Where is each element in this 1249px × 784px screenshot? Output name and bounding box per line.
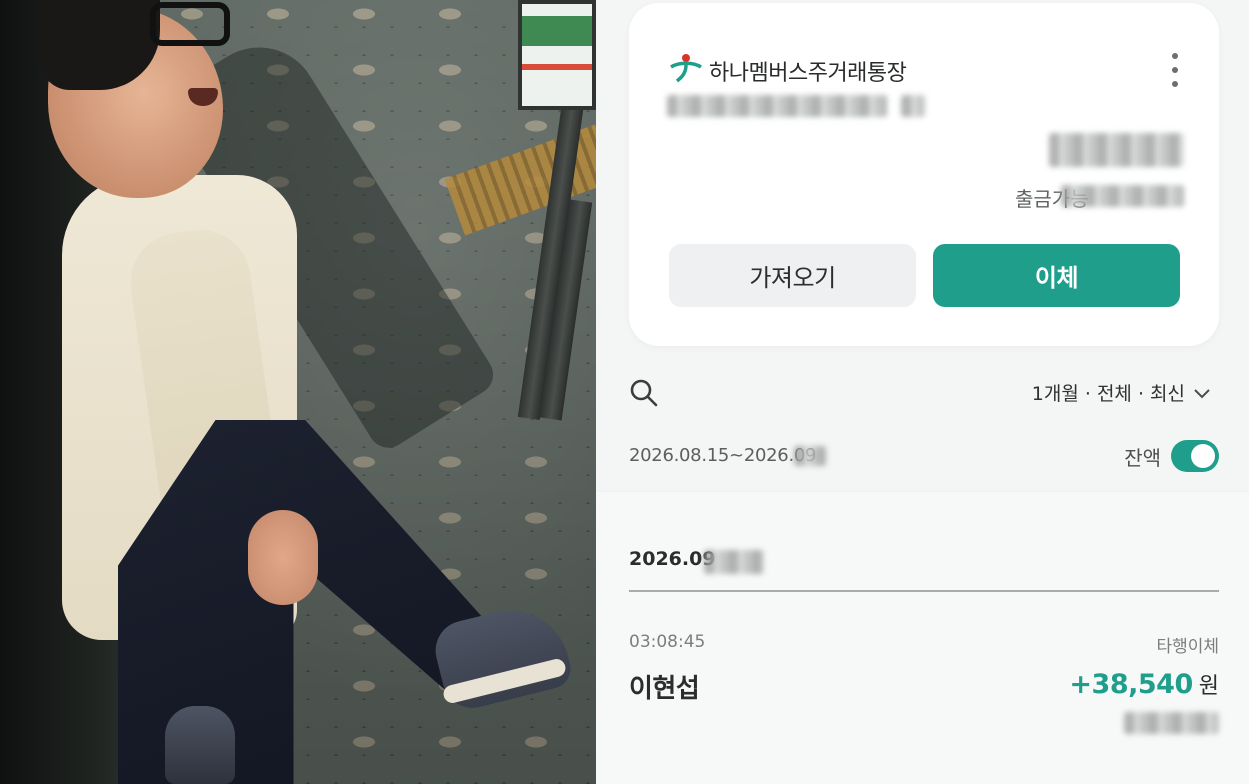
bus-stop-sign xyxy=(518,0,596,110)
transfer-button[interactable]: 이체 xyxy=(933,244,1180,307)
transaction-amount-value: +38,540 xyxy=(1069,669,1193,700)
search-icon[interactable] xyxy=(629,378,659,408)
more-vertical-icon[interactable] xyxy=(1169,53,1181,87)
account-name[interactable]: 하나멤버스주거래통장 xyxy=(709,55,907,87)
photo-panel xyxy=(0,0,596,784)
transaction-name: 이현섭 xyxy=(629,674,700,704)
account-number-redacted-2 xyxy=(901,95,925,117)
transaction-amount-unit: 원 xyxy=(1198,674,1219,699)
filter-summary: 1개월 · 전체 · 최신 xyxy=(1031,383,1185,405)
person-hands xyxy=(248,510,318,605)
account-number-redacted xyxy=(667,95,887,117)
balance-redacted xyxy=(1049,133,1184,167)
transaction-time: 03:08:45 xyxy=(629,632,706,652)
transaction-group-date: 2026.09 xyxy=(629,548,716,570)
balance-toggle[interactable] xyxy=(1171,440,1219,472)
date-range-text: 2026.08.15~2026.09 xyxy=(629,445,817,466)
group-divider xyxy=(629,590,1219,592)
balance-toggle-group: 잔액 xyxy=(1124,440,1219,472)
filter-dropdown[interactable]: 1개월 · 전체 · 최신 xyxy=(1032,379,1211,406)
get-funds-button[interactable]: 가져오기 xyxy=(669,244,916,307)
account-card: 하나멤버스주거래통장 출금가능 가져오기 이체 xyxy=(629,3,1219,346)
date-range-redacted xyxy=(794,446,826,466)
date-range: 2026.08.15~2026.09 xyxy=(629,445,816,466)
hana-bank-logo-icon xyxy=(670,54,702,83)
transaction-list: 2026.09 03:08:45 타행이체 이현섭 +38,540 원 xyxy=(596,492,1249,784)
chevron-down-icon xyxy=(1194,388,1210,398)
person-glasses xyxy=(150,2,230,46)
transaction-amount: +38,540 원 xyxy=(1069,668,1219,700)
toggle-knob xyxy=(1191,444,1215,468)
balance-label: 잔액 xyxy=(1124,445,1161,470)
withdraw-available-redacted xyxy=(1061,185,1184,207)
transaction-type: 타행이체 xyxy=(1156,637,1219,657)
person-shoe-2 xyxy=(165,706,235,784)
group-date-redacted xyxy=(704,550,764,574)
bank-app-screen: 하나멤버스주거래통장 출금가능 가져오기 이체 1개월 · 전체 · 최신 20… xyxy=(596,0,1249,784)
transaction-balance-redacted xyxy=(1124,712,1219,734)
